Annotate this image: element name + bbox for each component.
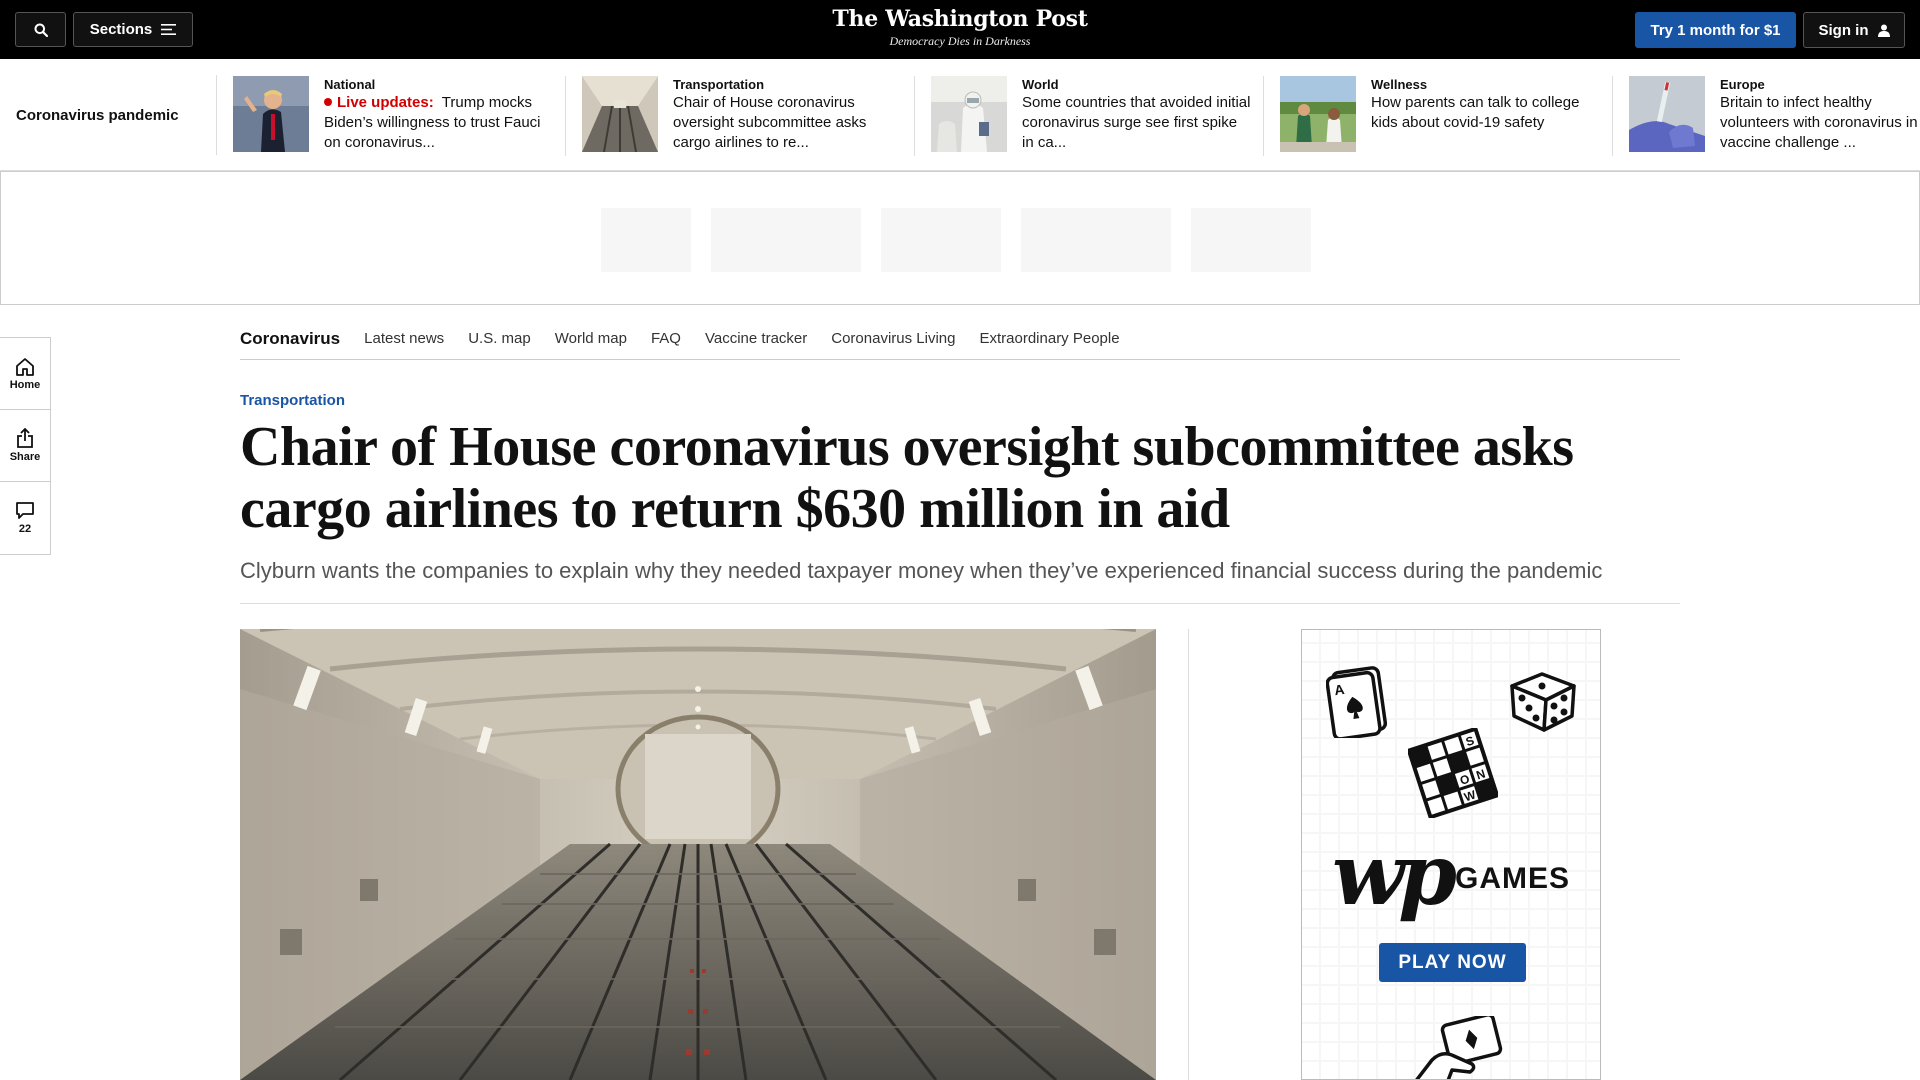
sign-in-label: Sign in <box>1818 21 1869 39</box>
crossword-icon: S O N W <box>1408 728 1498 818</box>
subnav-link-latest-news[interactable]: Latest news <box>364 330 444 347</box>
menu-icon <box>161 24 177 35</box>
subnav-link-us-map[interactable]: U.S. map <box>468 330 531 347</box>
sign-in-button[interactable]: Sign in <box>1803 12 1905 48</box>
story-headline: Some countries that avoided initial coro… <box>1022 94 1251 151</box>
home-icon <box>16 357 34 376</box>
logo-tagline: Democracy Dies in Darkness <box>889 34 1031 48</box>
article-section-link[interactable]: Transportation <box>240 392 345 409</box>
strip-story-wellness[interactable]: Wellness How parents can talk to college… <box>1264 76 1613 156</box>
subnav-link-extraordinary-people[interactable]: Extraordinary People <box>979 330 1119 347</box>
story-kicker: World <box>1022 77 1059 92</box>
home-button[interactable]: Home <box>0 338 50 410</box>
dice-icon <box>1510 672 1576 732</box>
story-kicker: Europe <box>1720 77 1765 92</box>
strip-story-transportation[interactable]: Transportation Chair of House coronaviru… <box>566 76 915 156</box>
playing-card-icon: A <box>1326 666 1388 738</box>
ad-placeholder-graphic <box>601 208 1311 272</box>
story-headline: Chair of House coronavirus oversight sub… <box>673 94 867 151</box>
section-subnav: Coronavirus Latest news U.S. map World m… <box>240 318 1680 360</box>
story-kicker: Transportation <box>673 77 765 92</box>
games-label: GAMES <box>1455 862 1571 895</box>
story-thumbnail <box>931 76 1007 152</box>
comment-icon <box>16 502 34 519</box>
search-icon <box>34 23 48 37</box>
subnav-brand[interactable]: Coronavirus <box>240 329 340 349</box>
story-thumbnail <box>233 76 309 152</box>
share-button[interactable]: Share <box>0 410 50 482</box>
share-label: Share <box>9 451 41 463</box>
story-headline: How parents can talk to college kids abo… <box>1371 94 1580 131</box>
subnav-link-faq[interactable]: FAQ <box>651 330 681 347</box>
story-thumbnail <box>1280 76 1356 152</box>
subnav-link-vaccine-tracker[interactable]: Vaccine tracker <box>705 330 807 347</box>
headline-strip: Coronavirus pandemic National Live updat… <box>0 59 1920 171</box>
strip-story-national[interactable]: National Live updates: Trump mocks Biden… <box>217 76 566 156</box>
article-subhead: Clyburn wants the companies to explain w… <box>240 558 1603 583</box>
games-ad[interactable]: A S O N W wp GAMES PLAY NOW <box>1301 629 1601 1080</box>
sections-button[interactable]: Sections <box>73 12 193 47</box>
sections-label: Sections <box>89 21 153 38</box>
subscribe-button[interactable]: Try 1 month for $1 <box>1635 12 1796 48</box>
story-thumbnail <box>1629 76 1705 152</box>
story-headline: Live updates: Trump mocks Biden’s willin… <box>324 93 554 153</box>
play-now-button[interactable]: PLAY NOW <box>1379 943 1526 982</box>
wp-games-logo: wp <box>1332 825 1457 924</box>
story-headline: Britain to infect healthy volunteers wit… <box>1720 94 1918 151</box>
article-headline: Chair of House coronavirus oversight sub… <box>240 416 1574 540</box>
header-divider <box>240 603 1680 604</box>
story-kicker: Wellness <box>1371 77 1428 92</box>
hand-card-icon <box>1415 1016 1503 1079</box>
subnav-link-coronavirus-living[interactable]: Coronavirus Living <box>831 330 955 347</box>
comments-button[interactable]: 22 <box>0 482 50 554</box>
home-label: Home <box>9 378 41 391</box>
wapo-logo[interactable]: The Washington Post Democracy Dies in Da… <box>760 6 1160 49</box>
share-icon <box>17 428 33 448</box>
live-updates-label: Live updates: <box>337 94 434 111</box>
hero-image[interactable] <box>240 629 1156 1080</box>
strip-story-world[interactable]: World Some countries that avoided initia… <box>915 76 1264 156</box>
strip-story-europe[interactable]: Europe Britain to infect healthy volunte… <box>1613 76 1920 156</box>
user-icon <box>1877 24 1890 37</box>
rail-divider <box>1188 629 1189 1080</box>
cargo-hold-photo <box>240 629 1156 1080</box>
strip-label[interactable]: Coronavirus pandemic <box>16 107 179 124</box>
top-ad-slot[interactable] <box>0 171 1920 305</box>
left-rail: Home Share 22 <box>0 337 51 555</box>
comments-count: 22 <box>18 523 32 535</box>
story-thumbnail <box>582 76 658 152</box>
story-kicker: National <box>324 77 376 92</box>
live-dot-icon <box>324 98 332 106</box>
search-button[interactable] <box>15 12 66 47</box>
top-bar: Sections The Washington Post Democracy D… <box>0 0 1920 59</box>
logo-name: The Washington Post <box>832 6 1088 32</box>
subnav-link-world-map[interactable]: World map <box>555 330 627 347</box>
